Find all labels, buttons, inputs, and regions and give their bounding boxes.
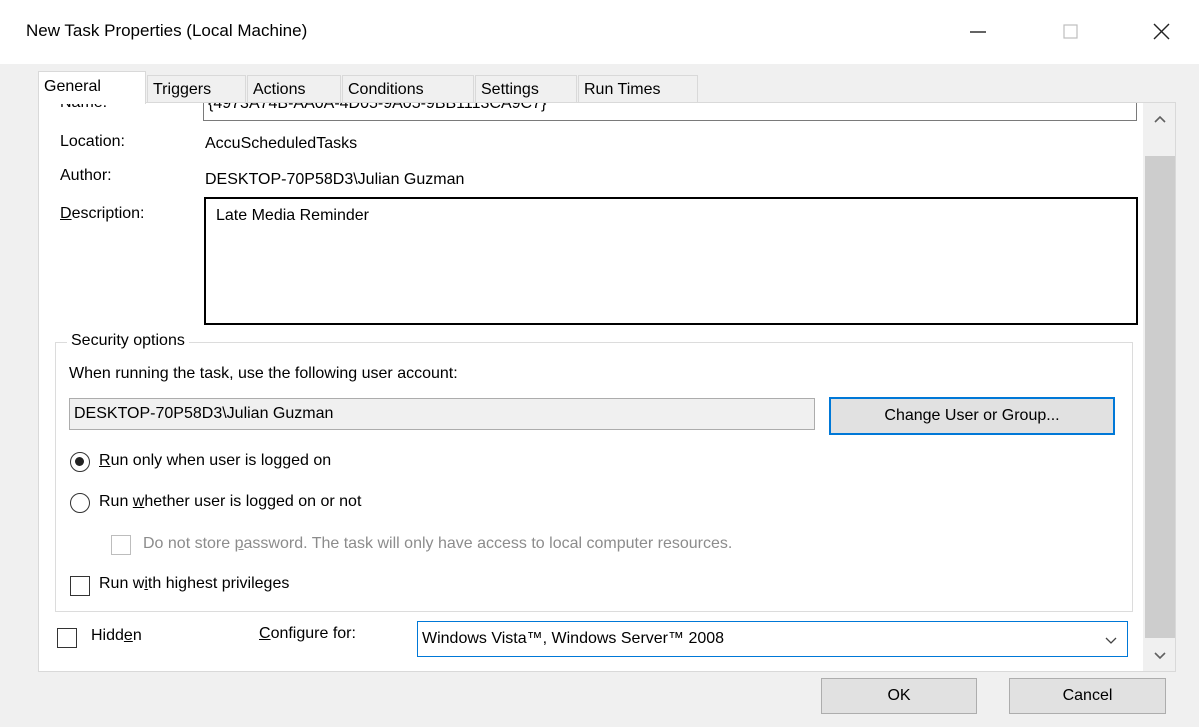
configure-for-select[interactable]: Windows Vista™, Windows Server™ 2008 — [417, 621, 1128, 657]
change-user-button[interactable]: Change User or Group... — [829, 397, 1115, 435]
user-account-field: DESKTOP-70P58D3\Julian Guzman — [69, 398, 815, 430]
location-label: Location: — [60, 133, 125, 150]
cancel-button[interactable]: Cancel — [1009, 678, 1166, 714]
hidden-label-u: e — [123, 627, 133, 644]
run-logged-on-radio[interactable] — [70, 452, 90, 472]
hidden-checkbox[interactable] — [57, 628, 77, 648]
highest-privileges-label-a: Run w — [99, 575, 145, 592]
description-textarea[interactable]: Late Media Reminder — [204, 197, 1138, 325]
run-whether-label-b: hether user is logged on or not — [144, 493, 362, 510]
security-options-legend: Security options — [67, 332, 189, 350]
tab-general[interactable]: General — [38, 71, 146, 104]
highest-privileges-checkbox[interactable] — [70, 576, 90, 596]
configure-for-value: Windows Vista™, Windows Server™ 2008 — [422, 630, 725, 647]
chevron-down-icon — [1154, 652, 1166, 660]
minimize-icon — [970, 31, 986, 33]
description-label: Description: — [60, 205, 145, 222]
hidden-label[interactable]: Hidden — [91, 627, 142, 645]
author-label: Author: — [60, 167, 112, 184]
configure-for-label: Configure for: — [259, 625, 356, 643]
hidden-label-b: n — [132, 627, 142, 644]
title-bar: New Task Properties (Local Machine) — [0, 0, 1199, 64]
close-icon — [1153, 23, 1170, 40]
description-label-rest: escription: — [71, 205, 145, 222]
tab-actions[interactable]: Actions — [247, 75, 341, 103]
run-whether-label[interactable]: Run whether user is logged on or not — [99, 493, 361, 511]
configure-for-label-u: C — [259, 625, 271, 642]
no-store-password-label-u: p — [234, 535, 244, 552]
scroll-down-button[interactable] — [1145, 641, 1175, 671]
tab-triggers[interactable]: Triggers — [147, 75, 246, 103]
author-value: DESKTOP-70P58D3\Julian Guzman — [205, 171, 465, 188]
run-whether-label-u: w — [132, 493, 145, 510]
highest-privileges-label-b: th highest privileges — [147, 575, 290, 592]
no-store-password-label-b: assword. The task will only have access … — [243, 535, 733, 552]
tab-run-times[interactable]: Run Times — [578, 75, 698, 103]
hidden-label-a: Hidd — [91, 627, 124, 644]
minimize-button[interactable] — [954, 10, 1000, 54]
chevron-down-icon — [1105, 637, 1117, 644]
no-store-password-label: Do not store password. The task will onl… — [143, 535, 732, 553]
general-tab-panel: Name: {4973A74B-AA0A-4D05-9A05-9BB1113CA… — [38, 102, 1176, 672]
radio-selected-dot — [75, 457, 84, 466]
account-prompt: When running the task, use the following… — [69, 365, 458, 382]
run-logged-on-label-rest: un only when user is logged on — [110, 452, 332, 469]
name-field[interactable]: {4973A74B-AA0A-4D05-9A05-9BB1113CA9C7} — [203, 103, 1137, 121]
run-whether-label-a: Run — [99, 493, 133, 510]
window-title: New Task Properties (Local Machine) — [26, 21, 308, 40]
no-store-password-label-a: Do not store — [143, 535, 235, 552]
run-logged-on-label[interactable]: Run only when user is logged on — [99, 452, 331, 470]
tab-conditions[interactable]: Conditions — [342, 75, 474, 103]
tab-settings[interactable]: Settings — [475, 75, 577, 103]
scrollbar-thumb[interactable] — [1145, 156, 1175, 638]
location-value: AccuScheduledTasks — [205, 135, 358, 152]
run-whether-radio[interactable] — [70, 493, 90, 513]
maximize-button[interactable] — [1047, 10, 1093, 54]
chevron-up-icon — [1154, 115, 1166, 123]
scroll-up-button[interactable] — [1145, 105, 1175, 135]
highest-privileges-label[interactable]: Run with highest privileges — [99, 575, 289, 593]
maximize-icon — [1063, 24, 1078, 39]
ok-button[interactable]: OK — [821, 678, 977, 714]
task-properties-window: New Task Properties (Local Machine) Gene… — [0, 0, 1199, 727]
close-button[interactable] — [1138, 10, 1184, 54]
configure-for-label-b: onfigure for: — [270, 625, 356, 642]
no-store-password-checkbox[interactable] — [111, 535, 131, 555]
